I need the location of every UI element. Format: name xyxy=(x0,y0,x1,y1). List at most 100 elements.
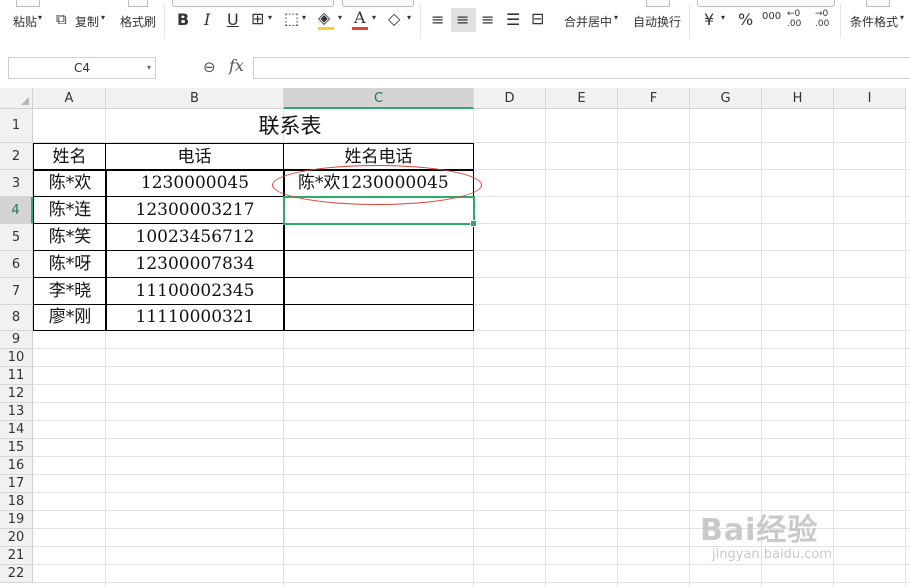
underline-button[interactable]: U xyxy=(227,10,239,29)
row-header-9[interactable]: 9 xyxy=(0,331,33,349)
align-right-icon[interactable]: ≡ xyxy=(481,10,494,29)
cell-name-row-3[interactable]: 陈*欢 xyxy=(33,169,107,197)
name-box[interactable]: C4 ▾ xyxy=(8,57,156,79)
border-icon[interactable]: ⊞ xyxy=(251,9,264,28)
paste-button[interactable]: 粘贴 xyxy=(13,13,37,30)
paste-dropdown-icon[interactable]: ▾ xyxy=(38,13,42,22)
format-painter-button[interactable]: 格式刷 xyxy=(120,13,156,30)
cell-name-row-4[interactable]: 陈*连 xyxy=(33,196,107,224)
row-header-17[interactable]: 17 xyxy=(0,475,33,493)
row-header-2[interactable]: 2 xyxy=(0,143,33,170)
conditional-format-icon[interactable] xyxy=(866,0,890,7)
row-header-14[interactable]: 14 xyxy=(0,421,33,439)
cell-phone-row-3[interactable]: 1230000045 xyxy=(105,169,285,197)
column-header-c[interactable]: C xyxy=(284,88,474,109)
cell-combined-row-5[interactable] xyxy=(283,223,474,251)
select-all-corner[interactable] xyxy=(0,88,33,109)
row-header-8[interactable]: 8 xyxy=(0,305,33,331)
cell-combined-row-8[interactable] xyxy=(283,304,474,331)
column-header-i[interactable]: I xyxy=(834,88,906,109)
merge-center-button[interactable]: 合并居中 xyxy=(564,13,612,30)
column-header-e[interactable]: E xyxy=(546,88,618,109)
decrease-decimal-button[interactable]: →0 .00 xyxy=(815,9,833,29)
header-phone[interactable]: 电话 xyxy=(105,143,284,171)
font-color-dropdown-icon[interactable]: ▾ xyxy=(372,13,376,22)
format-painter-icon[interactable] xyxy=(128,0,148,7)
cell-style-dropdown-icon[interactable]: ▾ xyxy=(302,13,306,22)
cell-phone-row-4[interactable]: 12300003217 xyxy=(105,196,285,224)
fx-icon[interactable]: fx xyxy=(229,56,244,75)
align-center-icon[interactable]: ≡ xyxy=(456,10,469,29)
paste-icon[interactable] xyxy=(16,0,40,7)
row-header-1[interactable]: 1 xyxy=(0,109,33,143)
header-name[interactable]: 姓名 xyxy=(33,143,106,171)
row-header-4[interactable]: 4 xyxy=(0,197,33,224)
row-header-19[interactable]: 19 xyxy=(0,511,33,529)
row-header-16[interactable]: 16 xyxy=(0,457,33,475)
row-header-13[interactable]: 13 xyxy=(0,403,33,421)
currency-button[interactable]: ¥ xyxy=(704,10,714,29)
cell-phone-row-5[interactable]: 10023456712 xyxy=(105,223,285,251)
cell-name-row-5[interactable]: 陈*笑 xyxy=(33,223,107,251)
row-header-20[interactable]: 20 xyxy=(0,529,33,547)
cell-phone-row-7[interactable]: 11100002345 xyxy=(105,277,285,305)
border-dropdown-icon[interactable]: ▾ xyxy=(268,13,272,22)
eraser-icon[interactable]: ◇ xyxy=(388,9,400,28)
cell-phone-row-8[interactable]: 11110000321 xyxy=(105,304,285,331)
cell-combined-row-6[interactable] xyxy=(283,250,474,278)
column-header-a[interactable]: A xyxy=(33,88,106,109)
cell-name-row-7[interactable]: 李*晓 xyxy=(33,277,107,305)
row-header-18[interactable]: 18 xyxy=(0,493,33,511)
distributed-icon[interactable]: ⊟ xyxy=(531,9,544,28)
conditional-format-dropdown-icon[interactable]: ▾ xyxy=(900,13,904,22)
copy-icon[interactable]: ⧉ xyxy=(56,10,67,28)
thousands-button[interactable]: 000 xyxy=(762,11,781,22)
wrap-text-button[interactable]: 自动换行 xyxy=(633,13,681,30)
number-format-select[interactable] xyxy=(697,0,835,7)
eraser-dropdown-icon[interactable]: ▾ xyxy=(407,13,411,22)
justify-icon[interactable]: ☰ xyxy=(506,10,520,29)
fill-color-icon[interactable]: ◈ xyxy=(318,8,330,27)
cell-combined-row-7[interactable] xyxy=(283,277,474,305)
row-header-21[interactable]: 21 xyxy=(0,547,33,565)
italic-button[interactable]: I xyxy=(204,10,210,29)
bold-button[interactable]: B xyxy=(177,10,189,29)
currency-dropdown-icon[interactable]: ▾ xyxy=(721,13,725,22)
column-header-f[interactable]: F xyxy=(618,88,690,109)
conditional-format-button[interactable]: 条件格式 xyxy=(850,13,898,30)
align-left-icon[interactable]: ≡ xyxy=(431,10,444,29)
column-header-h[interactable]: H xyxy=(762,88,834,109)
increase-decimal-button[interactable]: ←0 .00 xyxy=(787,9,805,29)
zoom-search-icon[interactable]: ⊖ xyxy=(203,58,216,76)
column-header-b[interactable]: B xyxy=(106,88,284,109)
row-header-3[interactable]: 3 xyxy=(0,170,33,197)
cell-name-row-8[interactable]: 廖*刚 xyxy=(33,304,107,331)
wrap-text-icon[interactable] xyxy=(646,0,670,7)
row-header-5[interactable]: 5 xyxy=(0,224,33,251)
column-header-d[interactable]: D xyxy=(474,88,546,109)
font-name-select[interactable] xyxy=(172,0,334,7)
cell-style-icon[interactable]: ⬚ xyxy=(284,9,299,28)
cell-phone-row-6[interactable]: 12300007834 xyxy=(105,250,285,278)
grid-line xyxy=(33,384,910,385)
merge-dropdown-icon[interactable]: ▾ xyxy=(614,13,618,22)
row-header-6[interactable]: 6 xyxy=(0,251,33,278)
name-box-dropdown-icon[interactable]: ▾ xyxy=(147,58,151,78)
row-header-7[interactable]: 7 xyxy=(0,278,33,305)
formula-input[interactable] xyxy=(253,57,910,79)
font-size-select[interactable] xyxy=(342,0,414,7)
column-header-g[interactable]: G xyxy=(690,88,762,109)
cell-name-row-6[interactable]: 陈*呀 xyxy=(33,250,107,278)
copy-dropdown-icon[interactable]: ▾ xyxy=(101,13,105,22)
row-header-10[interactable]: 10 xyxy=(0,349,33,367)
row-header-11[interactable]: 11 xyxy=(0,367,33,385)
font-color-icon[interactable]: A xyxy=(354,8,366,27)
row-header-15[interactable]: 15 xyxy=(0,439,33,457)
percent-button[interactable]: % xyxy=(738,10,753,29)
grid-line xyxy=(33,420,910,421)
row-header-22[interactable]: 22 xyxy=(0,565,33,583)
copy-button[interactable]: 复制 xyxy=(75,13,99,30)
row-header-12[interactable]: 12 xyxy=(0,385,33,403)
fill-color-dropdown-icon[interactable]: ▾ xyxy=(338,13,342,22)
sheet-title[interactable]: 联系表 xyxy=(106,110,474,143)
